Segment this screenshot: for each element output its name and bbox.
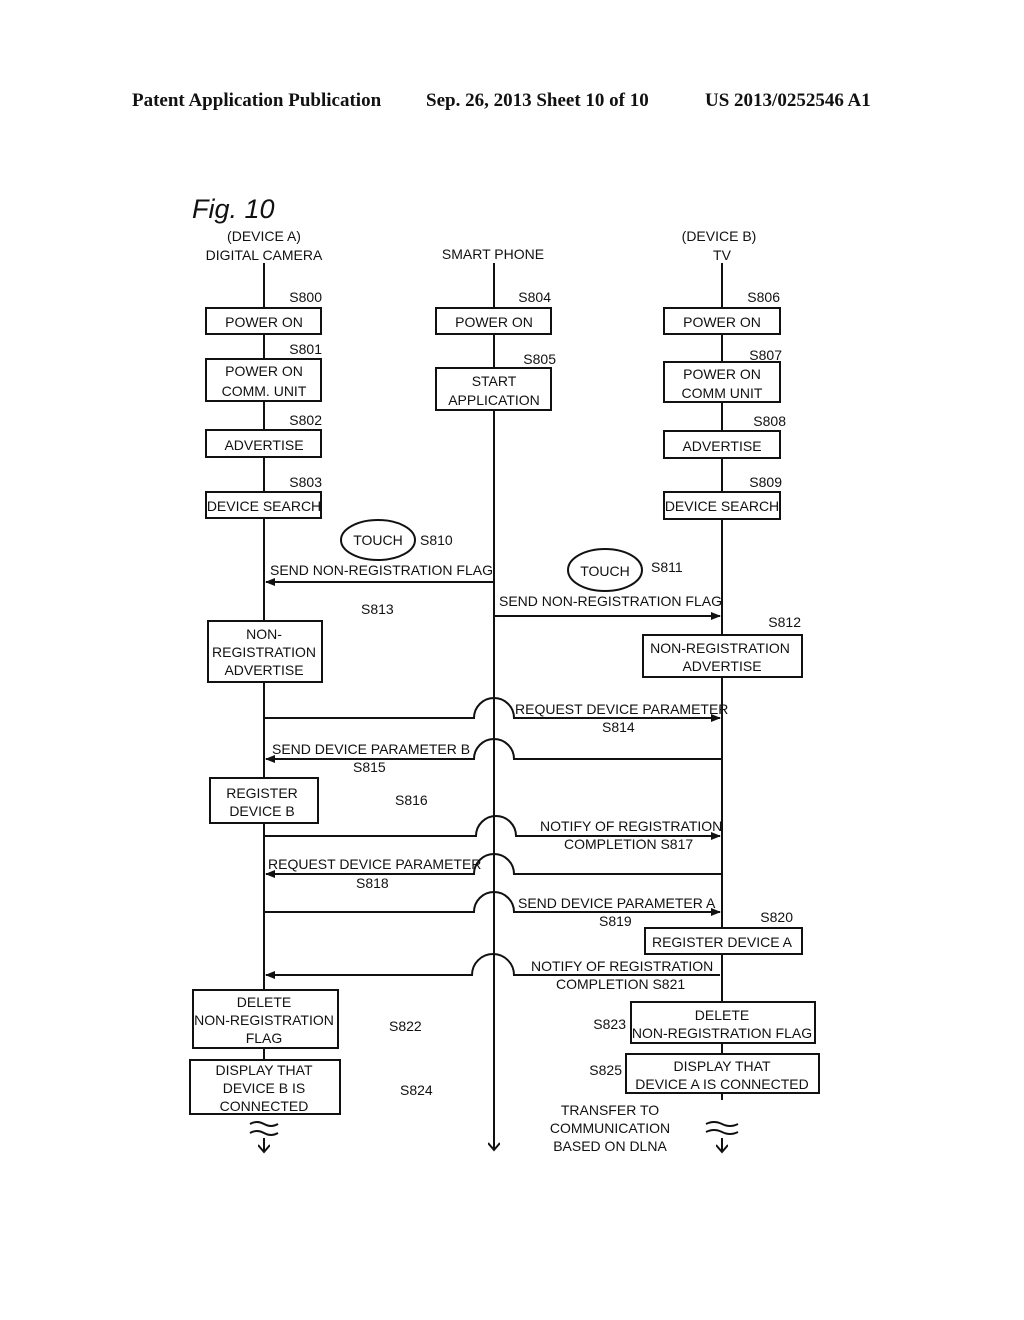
svg-text:TOUCH: TOUCH bbox=[580, 563, 630, 579]
message-s819-send-param-a: SEND DEVICE PARAMETER A S819 bbox=[264, 891, 721, 929]
svg-text:DEVICE SEARCH: DEVICE SEARCH bbox=[207, 498, 321, 514]
svg-text:S814: S814 bbox=[602, 719, 635, 735]
svg-text:ADVERTISE: ADVERTISE bbox=[224, 662, 303, 678]
message-s810-send-flag: SEND NON-REGISTRATION FLAG bbox=[265, 562, 494, 586]
svg-text:CONNECTED: CONNECTED bbox=[220, 1098, 309, 1114]
sequence-diagram: Fig. 10 (DEVICE A) DIGITAL CAMERA SMART … bbox=[189, 194, 820, 1154]
svg-text:DEVICE B: DEVICE B bbox=[229, 803, 294, 819]
svg-text:POWER ON: POWER ON bbox=[683, 314, 761, 330]
svg-text:NON-REGISTRATION: NON-REGISTRATION bbox=[650, 640, 790, 656]
transfer-note: TRANSFER TO COMMUNICATION BASED ON DLNA bbox=[550, 1102, 670, 1154]
lane-a-label-1: (DEVICE A) bbox=[227, 228, 301, 244]
svg-text:S819: S819 bbox=[599, 913, 632, 929]
svg-text:REGISTER DEVICE A: REGISTER DEVICE A bbox=[652, 934, 793, 950]
svg-text:ADVERTISE: ADVERTISE bbox=[224, 437, 303, 453]
svg-text:DISPLAY THAT: DISPLAY THAT bbox=[674, 1058, 771, 1074]
svg-text:S802: S802 bbox=[289, 412, 322, 428]
continuation-break-b bbox=[705, 1121, 739, 1152]
svg-text:S805: S805 bbox=[523, 351, 556, 367]
svg-text:REQUEST DEVICE PARAMETER: REQUEST DEVICE PARAMETER bbox=[268, 856, 481, 872]
svg-text:S806: S806 bbox=[747, 289, 780, 305]
touch-event-s810: TOUCH S810 bbox=[340, 519, 453, 561]
svg-text:S820: S820 bbox=[760, 909, 793, 925]
svg-text:NON-REGISTRATION: NON-REGISTRATION bbox=[194, 1012, 334, 1028]
svg-text:SEND DEVICE PARAMETER B: SEND DEVICE PARAMETER B bbox=[272, 741, 470, 757]
step-s807: S807 POWER ON COMM UNIT bbox=[663, 347, 782, 403]
svg-text:POWER ON: POWER ON bbox=[455, 314, 533, 330]
svg-text:S818: S818 bbox=[356, 875, 389, 891]
svg-text:DEVICE SEARCH: DEVICE SEARCH bbox=[665, 498, 779, 514]
svg-text:FLAG: FLAG bbox=[246, 1030, 283, 1046]
svg-text:DEVICE A IS CONNECTED: DEVICE A IS CONNECTED bbox=[635, 1076, 808, 1092]
svg-text:POWER ON: POWER ON bbox=[683, 366, 761, 382]
svg-text:NON-REGISTRATION FLAG: NON-REGISTRATION FLAG bbox=[632, 1025, 812, 1041]
svg-text:S804: S804 bbox=[518, 289, 551, 305]
lane-phone-label: SMART PHONE bbox=[442, 246, 544, 262]
lane-b-label-1: (DEVICE B) bbox=[682, 228, 757, 244]
svg-text:S812: S812 bbox=[768, 614, 801, 630]
lane-a-label-2: DIGITAL CAMERA bbox=[206, 247, 323, 263]
svg-text:S824: S824 bbox=[400, 1082, 433, 1098]
step-s805: S805 START APPLICATION bbox=[435, 351, 556, 411]
svg-text:DELETE: DELETE bbox=[695, 1007, 749, 1023]
svg-text:DELETE: DELETE bbox=[237, 994, 291, 1010]
message-s814-request-param: REQUEST DEVICE PARAMETER S814 bbox=[264, 697, 728, 735]
svg-text:REGISTER: REGISTER bbox=[226, 785, 298, 801]
svg-text:NON-: NON- bbox=[246, 626, 282, 642]
svg-text:S808: S808 bbox=[753, 413, 786, 429]
svg-text:S803: S803 bbox=[289, 474, 322, 490]
step-s824: DISPLAY THAT DEVICE B IS CONNECTED S824 bbox=[189, 1059, 433, 1115]
svg-text:ADVERTISE: ADVERTISE bbox=[682, 658, 761, 674]
svg-text:REQUEST DEVICE PARAMETER: REQUEST DEVICE PARAMETER bbox=[515, 701, 728, 717]
svg-text:SEND NON-REGISTRATION FLAG: SEND NON-REGISTRATION FLAG bbox=[499, 593, 722, 609]
svg-text:SEND DEVICE PARAMETER A: SEND DEVICE PARAMETER A bbox=[518, 895, 716, 911]
step-s808: S808 ADVERTISE bbox=[663, 413, 786, 459]
svg-text:TOUCH: TOUCH bbox=[353, 532, 403, 548]
svg-text:S825: S825 bbox=[589, 1062, 622, 1078]
svg-text:POWER ON: POWER ON bbox=[225, 314, 303, 330]
svg-text:COMPLETION S821: COMPLETION S821 bbox=[556, 976, 685, 992]
touch-event-s811: TOUCH S811 bbox=[567, 548, 683, 592]
lane-b-label-2: TV bbox=[713, 247, 732, 263]
message-s811-send-flag: SEND NON-REGISTRATION FLAG bbox=[494, 593, 722, 620]
step-s820: S820 REGISTER DEVICE A bbox=[644, 909, 803, 955]
step-s823: S823 DELETE NON-REGISTRATION FLAG bbox=[593, 1001, 816, 1044]
svg-text:ADVERTISE: ADVERTISE bbox=[682, 438, 761, 454]
continuation-break-a bbox=[249, 1121, 279, 1152]
svg-text:SEND NON-REGISTRATION FLAG: SEND NON-REGISTRATION FLAG bbox=[270, 562, 493, 578]
svg-text:S811: S811 bbox=[651, 559, 683, 575]
svg-text:COMM. UNIT: COMM. UNIT bbox=[222, 383, 307, 399]
step-s809: S809 DEVICE SEARCH bbox=[663, 474, 782, 520]
svg-text:S816: S816 bbox=[395, 792, 428, 808]
step-s816: REGISTER DEVICE B S816 bbox=[209, 777, 428, 824]
svg-text:APPLICATION: APPLICATION bbox=[448, 392, 540, 408]
svg-text:POWER ON: POWER ON bbox=[225, 363, 303, 379]
svg-text:NOTIFY OF REGISTRATION: NOTIFY OF REGISTRATION bbox=[531, 958, 713, 974]
svg-text:S823: S823 bbox=[593, 1016, 626, 1032]
svg-text:REGISTRATION: REGISTRATION bbox=[212, 644, 316, 660]
svg-text:S810: S810 bbox=[420, 532, 453, 548]
svg-text:COMMUNICATION: COMMUNICATION bbox=[550, 1120, 670, 1136]
svg-text:COMM UNIT: COMM UNIT bbox=[682, 385, 763, 401]
svg-text:BASED ON DLNA: BASED ON DLNA bbox=[553, 1138, 667, 1154]
svg-text:S807: S807 bbox=[749, 347, 782, 363]
step-s825: S825 DISPLAY THAT DEVICE A IS CONNECTED bbox=[589, 1053, 820, 1094]
svg-text:TRANSFER TO: TRANSFER TO bbox=[561, 1102, 659, 1118]
svg-text:S822: S822 bbox=[389, 1018, 422, 1034]
svg-text:S800: S800 bbox=[289, 289, 322, 305]
svg-text:S809: S809 bbox=[749, 474, 782, 490]
svg-text:START: START bbox=[472, 373, 517, 389]
step-s822: DELETE NON-REGISTRATION FLAG S822 bbox=[192, 989, 422, 1049]
svg-text:DEVICE B IS: DEVICE B IS bbox=[223, 1080, 305, 1096]
svg-text:S813: S813 bbox=[361, 601, 394, 617]
svg-text:S801: S801 bbox=[289, 341, 322, 357]
svg-text:NOTIFY OF REGISTRATION: NOTIFY OF REGISTRATION bbox=[540, 818, 722, 834]
figure-title: Fig. 10 bbox=[192, 194, 275, 224]
svg-text:DISPLAY THAT: DISPLAY THAT bbox=[216, 1062, 313, 1078]
svg-text:COMPLETION S817: COMPLETION S817 bbox=[564, 836, 693, 852]
svg-text:S815: S815 bbox=[353, 759, 386, 775]
step-s813: S813 NON- REGISTRATION ADVERTISE bbox=[207, 601, 394, 683]
